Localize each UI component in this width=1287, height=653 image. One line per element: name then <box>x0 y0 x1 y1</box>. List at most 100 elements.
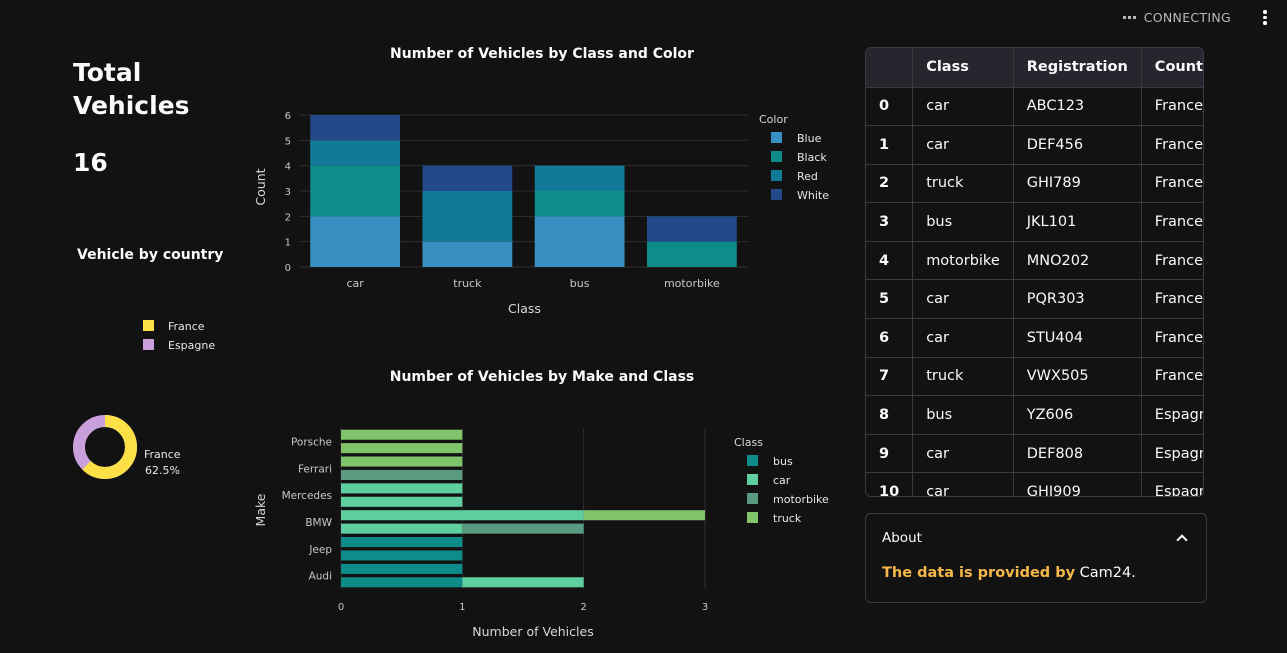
legend-swatch <box>771 189 782 200</box>
column-header[interactable]: Country <box>1141 48 1203 88</box>
legend-title: Class <box>734 436 763 449</box>
donut-legend-label: Espagne <box>168 339 215 352</box>
row-index-cell[interactable]: 0 <box>866 87 914 127</box>
table-cell[interactable]: bus <box>912 395 1014 435</box>
row-index-cell[interactable]: 7 <box>866 357 914 397</box>
bar-segment <box>583 510 705 521</box>
table-row[interactable]: 5 car PQR303 France <box>866 279 1203 320</box>
table-cell[interactable]: car <box>912 125 1014 165</box>
bar-segment <box>341 577 463 588</box>
x-tick-label: 2 <box>580 602 586 613</box>
table-cell[interactable]: France <box>1141 241 1203 281</box>
table-cell[interactable]: truck <box>912 357 1014 397</box>
x-tick-label: car <box>346 277 364 290</box>
kebab-menu-icon[interactable] <box>1259 10 1271 25</box>
table-row[interactable]: 4 motorbike MNO202 France <box>866 241 1203 281</box>
about-header[interactable]: About <box>866 514 1206 561</box>
table-cell[interactable]: STU404 <box>1013 318 1142 358</box>
table-cell[interactable]: France <box>1141 164 1203 204</box>
y-axis-label: Count <box>253 168 268 205</box>
table-cell[interactable]: Espagne <box>1141 434 1203 474</box>
chevron-up-icon[interactable] <box>1176 533 1188 546</box>
row-index-cell[interactable]: 3 <box>866 202 914 242</box>
row-index-cell[interactable]: 10 <box>866 472 914 496</box>
about-title: About <box>882 529 922 546</box>
about-expander[interactable]: About The data is provided by Cam24. <box>865 513 1207 603</box>
row-index-cell[interactable]: 8 <box>866 395 914 435</box>
table-cell[interactable]: France <box>1141 202 1203 242</box>
table-cell[interactable]: France <box>1141 318 1203 358</box>
metric-value: 16 <box>73 148 108 177</box>
y-tick-label: 4 <box>285 162 291 173</box>
table-row[interactable]: 0 car ABC123 France <box>866 87 1203 127</box>
bar-segment <box>341 550 463 561</box>
bar-segment <box>310 165 401 217</box>
table-row[interactable]: 7 truck VWX505 France <box>866 357 1203 397</box>
table-row[interactable]: 1 car DEF456 France <box>866 125 1203 165</box>
table-cell[interactable]: Espagne <box>1141 395 1203 435</box>
table-cell[interactable]: truck <box>912 164 1014 204</box>
legend-label: White <box>797 189 829 202</box>
about-highlight: The data is provided by <box>882 565 1076 581</box>
x-tick-label: motorbike <box>664 277 720 290</box>
table-cell[interactable]: MNO202 <box>1013 241 1142 281</box>
about-body: The data is provided by Cam24. <box>866 561 1206 581</box>
y-tick-label: BMW <box>305 517 332 529</box>
vehicles-table[interactable]: ClassRegistrationCountry 0carABC123Franc… <box>865 47 1204 497</box>
table-cell[interactable]: YZ606 <box>1013 395 1142 435</box>
table-cell[interactable]: France <box>1141 87 1203 127</box>
table-cell[interactable]: GHI789 <box>1013 164 1142 204</box>
table-cell[interactable]: GHI909 <box>1013 472 1142 496</box>
table-cell[interactable]: bus <box>912 202 1014 242</box>
bar-segment <box>422 191 513 242</box>
row-index-cell[interactable]: 4 <box>866 241 914 281</box>
legend-label: Black <box>797 151 827 164</box>
table-cell[interactable]: VWX505 <box>1013 357 1142 397</box>
chart-title: Number of Vehicles by Class and Color <box>390 46 694 62</box>
donut-slice-label: France <box>144 448 181 461</box>
top-bar: CONNECTING <box>1122 10 1271 25</box>
donut-chart-title: Vehicle by country <box>77 247 224 263</box>
table-cell[interactable]: France <box>1141 279 1203 320</box>
table-cell[interactable]: France <box>1141 125 1203 165</box>
y-tick-label: Ferrari <box>298 463 332 475</box>
table-cell[interactable]: car <box>912 318 1014 358</box>
legend-swatch <box>747 512 758 523</box>
column-header[interactable]: Class <box>912 48 1014 88</box>
table-cell[interactable]: DEF808 <box>1013 434 1142 474</box>
row-index-cell[interactable]: 2 <box>866 164 914 204</box>
row-index-cell[interactable]: 9 <box>866 434 914 474</box>
bar-segment <box>310 216 401 267</box>
table-row[interactable]: 6 car STU404 France <box>866 318 1203 358</box>
table-row[interactable]: 9carDEF808Espagne <box>866 434 1203 474</box>
legend-swatch <box>747 474 758 485</box>
row-index-cell[interactable]: 1 <box>866 125 914 165</box>
table-cell[interactable]: Espagne <box>1141 472 1203 496</box>
y-axis-label: Make <box>253 493 268 526</box>
y-tick-label: Audi <box>309 571 332 583</box>
table-row[interactable]: 2 truck GHI789 France <box>866 164 1203 204</box>
column-header[interactable]: Registration <box>1013 48 1142 88</box>
bar-segment <box>422 241 513 267</box>
table-cell[interactable]: JKL101 <box>1013 202 1142 242</box>
y-tick-label: 3 <box>285 187 291 198</box>
table-cell[interactable]: France <box>1141 357 1203 397</box>
legend-title: Color <box>759 113 788 126</box>
column-header[interactable] <box>866 48 914 88</box>
bar-segment <box>534 165 625 191</box>
table-cell[interactable]: car <box>912 472 1014 496</box>
status-text: CONNECTING <box>1143 10 1231 25</box>
bar-segment <box>341 496 463 507</box>
table-row[interactable]: 3 bus JKL101 France <box>866 202 1203 242</box>
table-row[interactable]: 10carGHI909Espagne <box>866 472 1203 496</box>
table-cell[interactable]: DEF456 <box>1013 125 1142 165</box>
table-row[interactable]: 8busYZ606Espagne <box>866 395 1203 435</box>
table-cell[interactable]: car <box>912 434 1014 474</box>
table-cell[interactable]: motorbike <box>912 241 1014 281</box>
row-index-cell[interactable]: 6 <box>866 318 914 358</box>
table-cell[interactable]: PQR303 <box>1013 279 1142 320</box>
table-cell[interactable]: car <box>912 279 1014 320</box>
table-cell[interactable]: car <box>912 87 1014 127</box>
table-cell[interactable]: ABC123 <box>1013 87 1142 127</box>
row-index-cell[interactable]: 5 <box>866 279 914 320</box>
